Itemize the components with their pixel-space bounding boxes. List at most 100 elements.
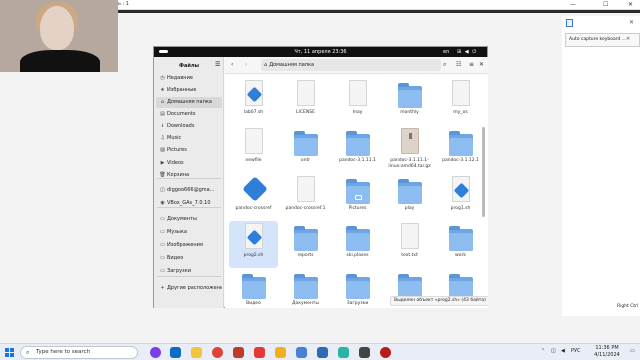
file-item[interactable]: pandoc-3.1.12.1 [436,126,485,173]
recorder-icon[interactable] [380,347,391,358]
taskbar-clock[interactable]: 11:36 PM 4/11/2024 [587,345,627,359]
file-item[interactable]: play [385,174,434,221]
file-item[interactable]: pandoc-crossref.1 [281,174,330,221]
chrome-icon[interactable] [212,347,223,358]
file-item[interactable]: my_os [436,78,485,125]
menu-icon[interactable]: ≡ [469,61,474,69]
file-item[interactable]: prog1.sh [436,174,485,221]
file-item[interactable]: pandoc-3.1.11.1 [333,126,382,173]
folder-icon [294,223,318,253]
trash-icon: 🗑 [159,172,166,178]
sidebar-item-label: Видео [167,255,184,261]
minimize-button[interactable]: — [570,1,576,8]
taskbar-search-input[interactable]: ⌕ Type here to search [20,346,138,359]
file-item[interactable]: reports [281,221,330,268]
file-item[interactable]: ontr [281,126,330,173]
window-close-icon[interactable]: ✕ [479,61,484,69]
sidebar-item[interactable]: ⌂ Домашняя папка [156,97,222,108]
sidebar-item-label: Документы [167,216,197,222]
folder-icon [449,128,473,158]
file-item[interactable]: ski.plases [333,221,382,268]
vm-display[interactable]: Чт, 11 апреля 23:36 en ⊞ ◀ ⏻ Файлы ☰ ◷ Не… [153,46,488,308]
sidebar-item[interactable]: ▨ Pictures [156,145,222,156]
system-tray-icons[interactable]: ⊞ ◀ ⏻ [457,49,477,55]
search-icon: ⌕ [26,349,30,356]
file-item[interactable]: Документы [281,269,330,308]
file-item[interactable]: pandoc-3.1.11.1-linux-amd64.tar.gz [385,126,434,173]
sidebar-separator [157,178,221,179]
edge-icon[interactable] [170,347,181,358]
sidebar-item[interactable]: ▭ Документы [156,214,222,225]
volume-icon[interactable]: ◀ [561,348,565,354]
executable-icon [242,176,268,206]
sidebar-item[interactable]: + Другие расположения [156,283,222,294]
forward-icon[interactable]: › [245,61,247,69]
file-item[interactable]: newfile [229,126,278,173]
file-label: lab07.sh [243,110,264,115]
tray-chevron-icon[interactable]: ⌃ [541,348,545,354]
notification-icon[interactable]: ▭ [630,348,635,354]
file-explorer-icon[interactable] [191,347,202,358]
file-item[interactable]: LICENSE [281,78,330,125]
file-label: ski.plases [346,253,369,258]
sidebar-item[interactable]: ▤ Documents [156,109,222,120]
file-item[interactable]: Загрузки [333,269,382,308]
terminal-icon[interactable] [359,347,370,358]
sidebar-item[interactable]: ▭ Изображения [156,240,222,251]
script-file-icon [242,223,266,253]
close-button[interactable]: ✕ [628,1,633,8]
store-icon[interactable] [317,347,328,358]
sidebar-item[interactable]: ◫ diggoo666@gma... [156,185,222,196]
sidebar-item-label: Downloads [167,123,195,129]
file-label: newfile [245,158,262,163]
sidebar-item[interactable]: ♫ Music [156,133,222,144]
network-icon[interactable]: ◫ [551,348,556,354]
sidebar-item[interactable]: ▭ Музыка [156,227,222,238]
sidebar-item[interactable]: ▶ Videos [156,158,222,169]
view-options-icon[interactable]: ☷ [456,61,461,69]
back-icon[interactable]: ‹ [231,61,233,69]
file-label: ontr [300,158,311,163]
file-item[interactable]: pandoc-crossref [229,174,278,221]
file-item[interactable]: lab07.sh [229,78,278,125]
file-item[interactable]: prog2.sh [229,221,278,268]
file-grid: lab07.sh LICENSE may monthly my_osnewfile ont… [225,74,485,308]
file-item[interactable]: work [436,221,485,268]
search-icon[interactable]: ⌕ [443,61,446,69]
folder-icon [398,80,422,110]
maximize-button[interactable]: ☐ [603,1,608,8]
notes-icon[interactable] [275,347,286,358]
file-label: my_os [453,110,468,115]
file-label: Документы [292,301,319,306]
file-label: Pictures [348,206,367,211]
sidebar-item[interactable]: 🗑Корзина [156,170,222,181]
sidebar-item[interactable]: ◷ Недавние [156,73,222,84]
input-language-indicator[interactable]: РУС [571,348,581,354]
files-sidebar: Файлы ☰ ◷ Недавние ★ Избранные ⌂ Домашняя пап… [154,57,224,308]
windows-start-icon[interactable] [5,348,14,357]
media-app-icon[interactable] [233,347,244,358]
vm-app-icon[interactable] [338,347,349,358]
gnome-clock[interactable]: Чт, 11 апреля 23:36 [154,49,487,55]
scrollbar[interactable] [482,127,485,217]
text-file-icon [242,128,266,158]
taskbar-app-icon[interactable] [150,347,161,358]
folder-icon [294,128,318,158]
file-item[interactable]: monthly [385,78,434,125]
file-item[interactable]: Видео [229,269,278,308]
panel-dismiss-icon[interactable]: ✕ [626,36,630,42]
hamburger-menu-icon[interactable]: ☰ [215,61,220,68]
file-item[interactable]: may [333,78,382,125]
path-bar[interactable]: ⌂ Домашняя папка [261,59,441,71]
yandex-icon[interactable] [254,347,265,358]
drive-icon: ◫ [160,187,165,193]
file-item[interactable]: Pictures [333,174,382,221]
input-language[interactable]: en [443,49,449,55]
sidebar-item[interactable]: ⭳ Downloads [156,121,222,132]
file-item[interactable]: text.txt [385,221,434,268]
sidebar-item[interactable]: ▭ Видео [156,253,222,264]
file-label: LICENSE [296,110,315,115]
sidebar-item[interactable]: ★ Избранные [156,85,222,96]
virtualbox-icon[interactable] [296,347,307,358]
panel-close-icon[interactable]: ✕ [629,19,634,26]
